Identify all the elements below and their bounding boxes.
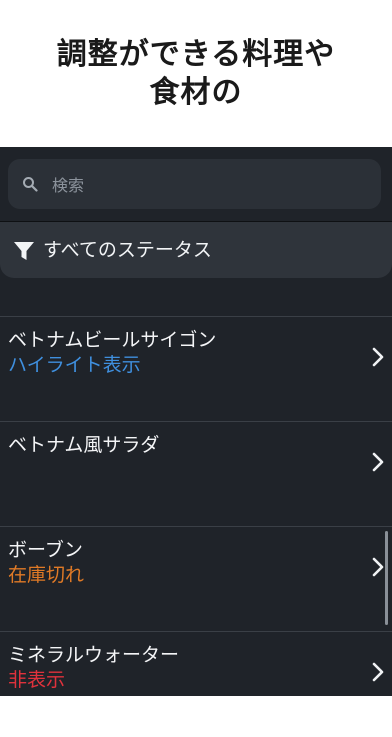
search-icon <box>23 177 38 192</box>
item-status: 非表示 <box>8 669 66 691</box>
item-title: ミネラルウォーター <box>8 644 180 666</box>
search-input[interactable] <box>50 159 374 211</box>
headline-line-2: 食材の <box>149 74 243 110</box>
chevron-right-icon <box>372 662 384 682</box>
search-bar[interactable] <box>8 159 381 211</box>
filter-icon <box>14 242 34 260</box>
list-item[interactable]: ベトナムビールサイゴン ハイライト表示 <box>0 316 392 422</box>
scrollbar[interactable] <box>385 531 388 625</box>
chevron-right-icon <box>372 347 384 367</box>
chevron-right-icon <box>372 452 384 472</box>
list-item[interactable]: ミネラルウォーター 非表示 <box>0 631 392 737</box>
headline-line-1: 調整ができる料理や <box>56 36 336 72</box>
item-status: ハイライト表示 <box>8 354 141 376</box>
status-filter-button[interactable]: すべてのステータス <box>0 222 392 278</box>
promo-headline: 調整ができる料理や 食材の <box>0 0 392 147</box>
item-title: ベトナム風サラダ <box>8 434 160 456</box>
filter-label: すべてのステータス <box>43 239 212 261</box>
item-status: 在庫切れ <box>8 564 85 586</box>
item-title: ボーブン <box>8 539 83 561</box>
list-item[interactable]: ベトナム風サラダ <box>0 421 392 527</box>
list-item[interactable]: ボーブン 在庫切れ <box>0 526 392 632</box>
chevron-right-icon <box>372 557 384 577</box>
app-screen: すべてのステータス ベトナムビールサイゴン ハイライト表示 ベトナム風サラダ ボ… <box>0 147 392 696</box>
item-title: ベトナムビールサイゴン <box>8 329 217 351</box>
